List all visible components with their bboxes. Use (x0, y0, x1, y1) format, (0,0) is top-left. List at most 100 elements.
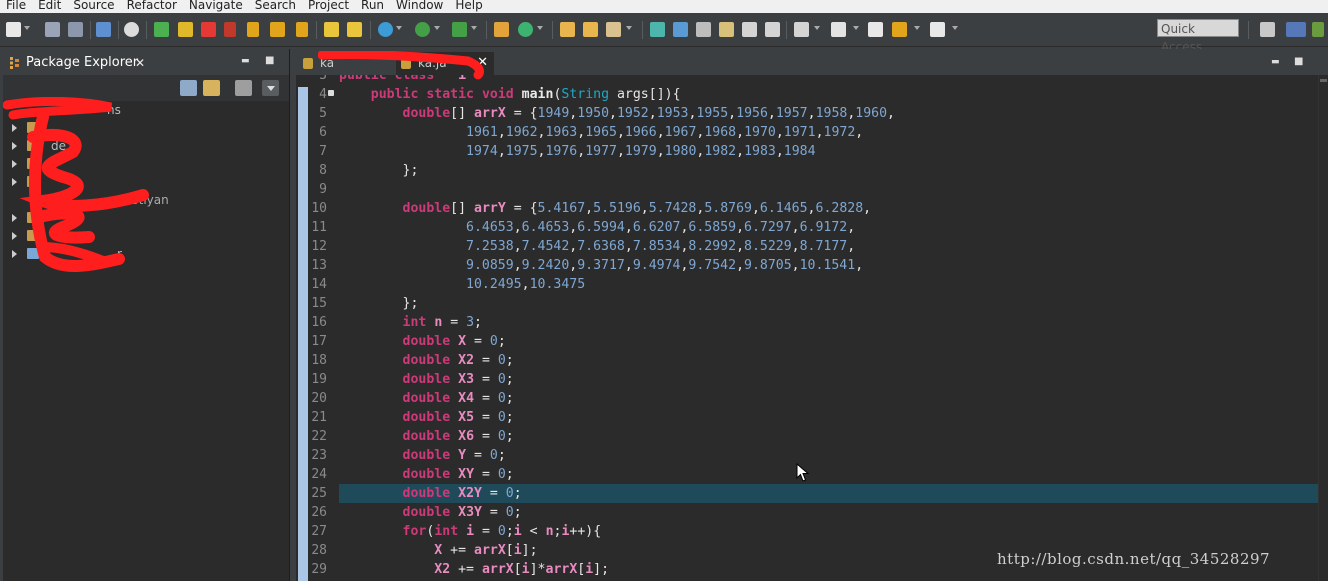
open-task-icon[interactable] (583, 22, 598, 37)
step-into-icon[interactable] (247, 22, 259, 37)
close-icon[interactable]: ✕ (135, 51, 145, 75)
step-return-icon[interactable] (296, 22, 308, 37)
line-number: 27 (311, 524, 327, 539)
last-edit-location-icon[interactable] (794, 22, 809, 37)
save-icon[interactable] (45, 22, 60, 37)
open-type-icon[interactable] (560, 22, 575, 37)
minimize-icon[interactable]: ▬ (1271, 57, 1280, 67)
line-number: 20 (311, 391, 327, 406)
external-tools-icon[interactable] (452, 22, 467, 37)
code-line[interactable]: 27 for(int i = 0;i < n;i++){ (296, 522, 1318, 541)
code-line[interactable]: 6 1961,1962,1963,1965,1966,1967,1968,197… (296, 123, 1318, 142)
toggle-block-selection-icon[interactable] (673, 22, 688, 37)
code-line[interactable]: 10 double[] arrY = {5.4167,5.5196,5.7428… (296, 199, 1318, 218)
step-over-icon[interactable] (270, 22, 285, 37)
code-line[interactable]: 19 double X3 = 0; (296, 370, 1318, 389)
focus-on-task-icon[interactable] (235, 80, 252, 96)
code-line[interactable]: 8 }; (296, 161, 1318, 180)
terminate-icon[interactable] (201, 22, 216, 37)
skip-breakpoints-icon[interactable] (124, 22, 139, 37)
menu-refactor[interactable]: Refactor (121, 0, 177, 11)
pin-editor-icon[interactable] (765, 22, 780, 37)
code-text: public static void main(String args[]){ (370, 87, 681, 102)
line-number: 7 (319, 144, 327, 159)
code-area[interactable]: 3 public class i 4 public static void main… (296, 75, 1328, 581)
disconnect-icon[interactable] (224, 22, 236, 37)
search-icon[interactable] (606, 22, 621, 37)
line-number: 15 (311, 296, 327, 311)
open-perspective-icon[interactable] (1260, 22, 1275, 37)
previous-annotation-icon[interactable] (742, 22, 757, 37)
console-icon[interactable] (96, 22, 111, 37)
use-step-filters-icon[interactable] (347, 22, 362, 37)
save-all-icon[interactable] (68, 22, 83, 37)
back-history-icon[interactable] (831, 22, 846, 37)
scrollbar-thumb[interactable] (1320, 79, 1327, 82)
code-line[interactable]: 7 1974,1975,1976,1977,1979,1980,1982,198… (296, 142, 1318, 161)
line-number: 23 (311, 448, 327, 463)
arrow-right-icon[interactable] (930, 22, 945, 37)
fold-toggle-icon[interactable] (328, 90, 334, 96)
code-text: 7.2538,7.4542,7.6368,7.8534,8.2992,8.522… (466, 239, 856, 254)
vertical-scrollbar[interactable] (1318, 75, 1328, 581)
drop-to-frame-icon[interactable] (324, 22, 339, 37)
package-explorer-tab[interactable]: Package Explorer ✕ (3, 51, 153, 75)
arrow-left-icon[interactable] (892, 22, 907, 37)
maximize-icon[interactable]: ■ (265, 55, 274, 66)
menu-search[interactable]: Search (249, 0, 296, 11)
menu-edit[interactable]: Edit (32, 0, 61, 11)
redaction-scribble (3, 97, 149, 272)
menu-navigate[interactable]: Navigate (183, 0, 243, 11)
view-menu-icon[interactable] (262, 80, 279, 96)
code-line[interactable]: 17 double X = 0; (296, 332, 1318, 351)
run-icon[interactable] (415, 22, 430, 37)
code-line[interactable]: 21 double X5 = 0; (296, 408, 1318, 427)
code-line[interactable]: 11 6.4653,6.4653,6.5994,6.6207,6.5859,6.… (296, 218, 1318, 237)
code-line[interactable]: 16 int n = 3; (296, 313, 1318, 332)
new-java-class-icon[interactable] (518, 22, 533, 37)
menu-file[interactable]: File (0, 0, 26, 11)
toggle-mark-occurrences-icon[interactable] (650, 22, 665, 37)
new-java-package-icon[interactable] (494, 22, 509, 37)
quick-access-input[interactable]: Quick Access (1157, 19, 1239, 54)
code-line[interactable]: 20 double X4 = 0; (296, 389, 1318, 408)
link-with-editor-icon[interactable] (203, 80, 220, 96)
new-file-icon[interactable] (6, 22, 21, 37)
collapse-all-icon[interactable] (180, 80, 197, 96)
menu-run[interactable]: Run (355, 0, 384, 11)
next-annotation-icon[interactable] (719, 22, 734, 37)
code-line[interactable]: 26 double X3Y = 0; (296, 503, 1318, 522)
line-number: 5 (319, 106, 327, 121)
show-whitespace-icon[interactable] (696, 22, 711, 37)
debug-icon[interactable] (378, 22, 393, 37)
code-line[interactable]: 12 7.2538,7.4542,7.6368,7.8534,8.2992,8.… (296, 237, 1318, 256)
code-text: double[] arrX = {1949,1950,1952,1953,195… (402, 106, 895, 121)
line-number: 19 (311, 372, 327, 387)
code-line[interactable]: 18 double X2 = 0; (296, 351, 1318, 370)
resume-icon[interactable] (154, 22, 169, 37)
code-line[interactable]: 13 9.0859,9.2420,9.3717,9.4974,9.7542,9.… (296, 256, 1318, 275)
code-line[interactable]: 15 }; (296, 294, 1318, 313)
minimize-icon[interactable]: ▬ (241, 56, 250, 66)
code-line[interactable]: 9 (296, 180, 1318, 199)
menu-window[interactable]: Window (390, 0, 443, 11)
new-dropdown-icon[interactable] (24, 26, 30, 30)
code-line[interactable]: 25 double X2Y = 0; (296, 484, 1318, 503)
maximize-icon[interactable]: ■ (1294, 56, 1303, 67)
debug-perspective-icon[interactable] (1312, 22, 1324, 37)
java-perspective-icon[interactable] (1286, 22, 1306, 37)
main-toolbar: Quick Access (0, 13, 1328, 54)
line-number: 14 (311, 277, 327, 292)
menu-source[interactable]: Source (67, 0, 114, 11)
code-text: double[] arrY = {5.4167,5.5196,5.7428,5.… (402, 201, 872, 216)
code-line[interactable]: 4 public static void main(String args[])… (296, 85, 1318, 104)
suspend-icon[interactable] (178, 22, 193, 37)
code-text: public class i (339, 75, 467, 83)
code-line[interactable]: 22 double X6 = 0; (296, 427, 1318, 446)
menu-project[interactable]: Project (302, 0, 349, 11)
code-line[interactable]: 3 public class i (296, 75, 1318, 85)
code-line[interactable]: 14 10.2495,10.3475 (296, 275, 1318, 294)
navigate-back-icon[interactable] (868, 22, 883, 37)
code-line[interactable]: 5 double[] arrX = {1949,1950,1952,1953,1… (296, 104, 1318, 123)
menu-help[interactable]: Help (449, 0, 482, 11)
